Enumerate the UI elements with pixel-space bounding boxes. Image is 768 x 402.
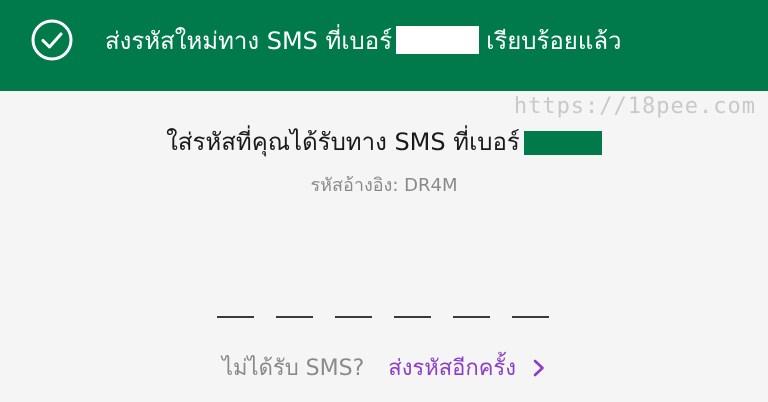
banner-message-suffix: เรียบร้อยแล้ว — [486, 26, 622, 55]
otp-input-group — [217, 286, 549, 318]
check-circle-icon — [31, 19, 73, 61]
chevron-right-icon — [533, 359, 544, 376]
banner-message: ส่งรหัสใหม่ทาง SMS ที่เบอร์ เรียบร้อยแล้… — [105, 0, 622, 80]
otp-digit-input[interactable] — [512, 286, 549, 318]
otp-verification-screen: ส่งรหัสใหม่ทาง SMS ที่เบอร์ เรียบร้อยแล้… — [0, 0, 768, 402]
masked-phone-number — [396, 26, 480, 54]
reference-code: รหัสอ้างอิง: DR4M — [310, 175, 458, 196]
banner-message-prefix: ส่งรหัสใหม่ทาง SMS ที่เบอร์ — [105, 26, 393, 55]
otp-digit-input[interactable] — [453, 286, 490, 318]
resend-code-link[interactable]: ส่งรหัสอีกครั้ง — [388, 350, 546, 385]
otp-digit-input[interactable] — [276, 286, 313, 318]
resend-question: ไม่ได้รับ SMS? — [221, 356, 365, 381]
instruction-label: ใส่รหัสที่คุณได้รับทาง SMS ที่เบอร์ — [166, 128, 520, 156]
resend-row: ไม่ได้รับ SMS? ส่งรหัสอีกครั้ง — [0, 350, 768, 385]
otp-digit-input[interactable] — [217, 286, 254, 318]
watermark: https://18pee.com — [513, 94, 756, 119]
otp-digit-input[interactable] — [335, 286, 372, 318]
otp-digit-input[interactable] — [394, 286, 431, 318]
masked-phone-number — [523, 131, 602, 155]
success-banner: ส่งรหัสใหม่ทาง SMS ที่เบอร์ เรียบร้อยแล้… — [0, 0, 768, 91]
instruction-text: ใส่รหัสที่คุณได้รับทาง SMS ที่เบอร์ — [0, 122, 768, 161]
resend-code-label: ส่งรหัสอีกครั้ง — [388, 356, 516, 381]
